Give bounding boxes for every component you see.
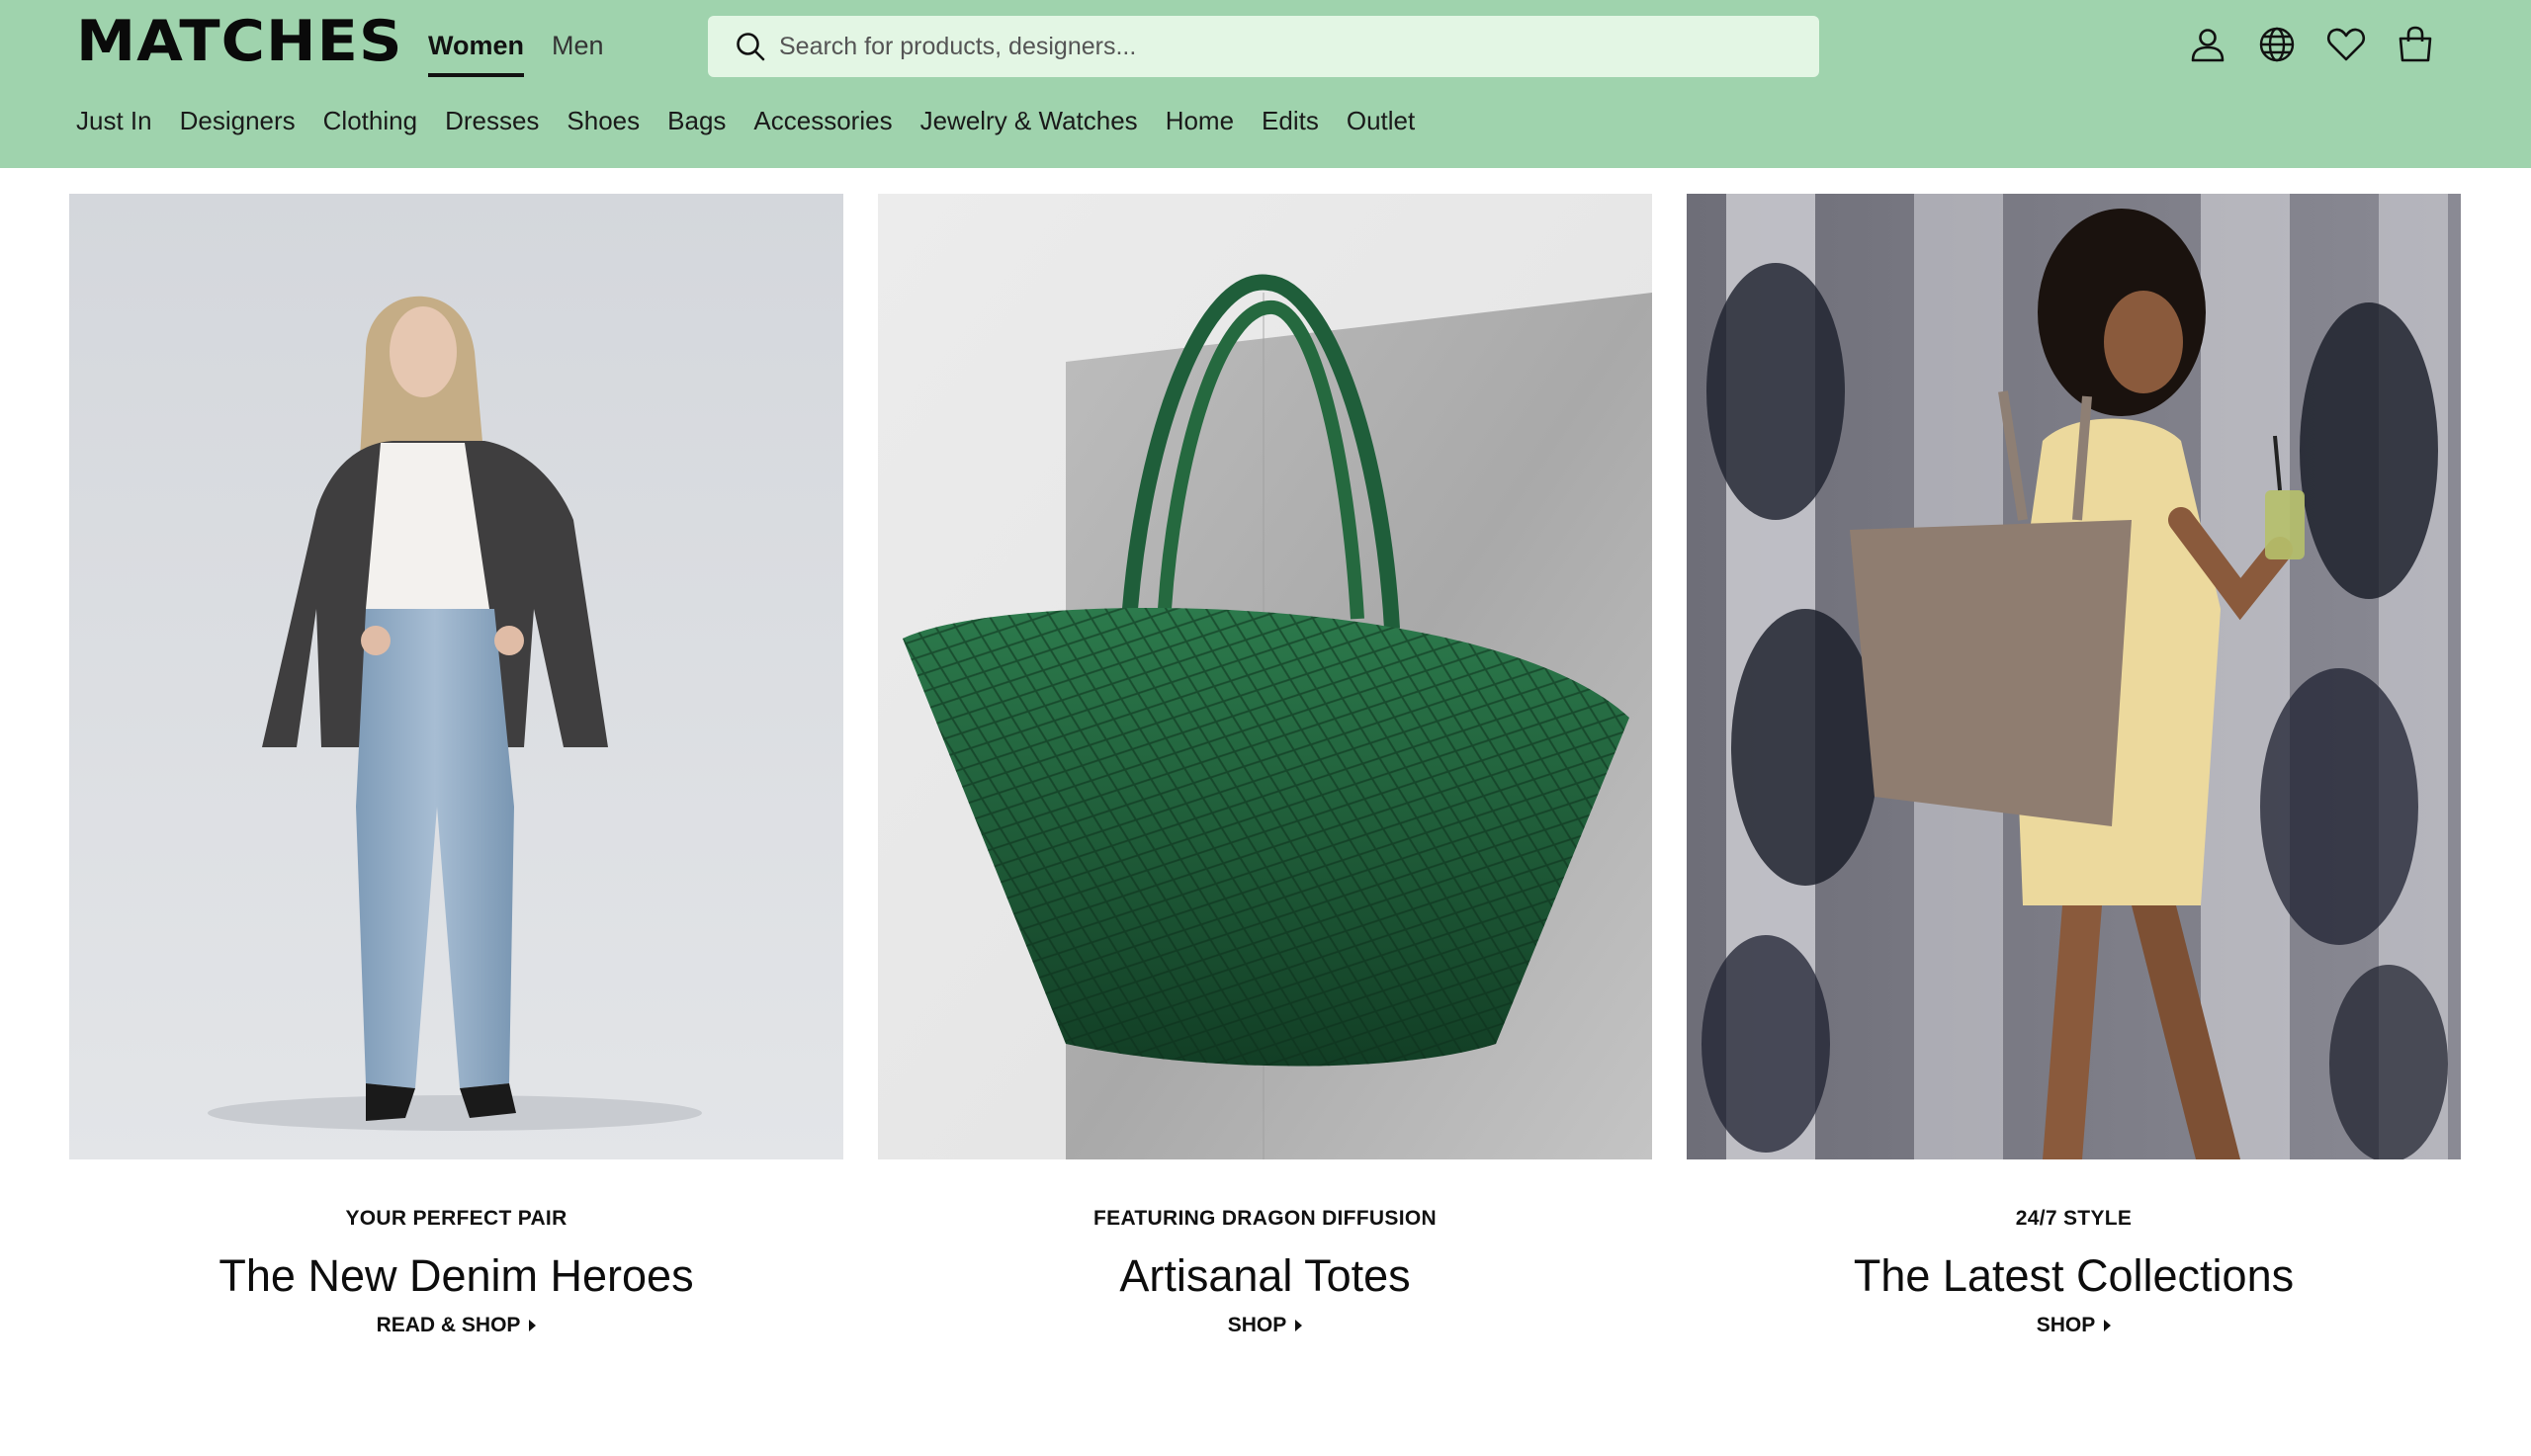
nav-item-home[interactable]: Home <box>1166 106 1234 136</box>
shop-link[interactable]: SHOP <box>1228 1314 1303 1337</box>
tile-title[interactable]: The Latest Collections <box>1687 1248 2461 1304</box>
tile-eyebrow: YOUR PERFECT PAIR <box>345 1207 567 1230</box>
gender-tabs: Women Men <box>428 0 604 79</box>
cta-label: SHOP <box>1227 1314 1287 1336</box>
nav-item-bags[interactable]: Bags <box>667 106 726 136</box>
account-icon[interactable] <box>2187 24 2228 65</box>
tile-totes: FEATURING DRAGON DIFFUSION Artisanal Tot… <box>878 194 1652 1337</box>
tab-men[interactable]: Men <box>552 0 604 77</box>
caret-right-icon <box>1295 1320 1303 1331</box>
tile-caption: YOUR PERFECT PAIR The New Denim Heroes R… <box>69 1159 843 1337</box>
read-and-shop-link[interactable]: READ & SHOP <box>377 1314 537 1337</box>
cta-label: READ & SHOP <box>376 1314 521 1336</box>
search-bar <box>708 16 1819 77</box>
tile-title[interactable]: The New Denim Heroes <box>69 1248 843 1304</box>
cta-label: SHOP <box>2036 1314 2096 1336</box>
nav-item-dresses[interactable]: Dresses <box>445 106 539 136</box>
site-header: MATCHES Women Men Search for products, d… <box>0 0 2531 168</box>
tile-eyebrow: FEATURING DRAGON DIFFUSION <box>1093 1207 1437 1230</box>
caret-right-icon <box>529 1320 537 1331</box>
tile-eyebrow: 24/7 STYLE <box>2015 1207 2133 1230</box>
editorial-tiles: YOUR PERFECT PAIR The New Denim Heroes R… <box>69 194 2461 1337</box>
matches-logo[interactable]: MATCHES <box>76 12 403 71</box>
search-icon[interactable] <box>732 28 769 65</box>
header-icons <box>2187 24 2436 65</box>
wishlist-heart-icon[interactable] <box>2325 24 2367 65</box>
denim-model-image[interactable] <box>69 194 843 1159</box>
nav-item-jewelry-watches[interactable]: Jewelry & Watches <box>920 106 1138 136</box>
walking-model-image[interactable] <box>1687 194 2461 1159</box>
caret-right-icon <box>2104 1320 2112 1331</box>
tile-caption: 24/7 STYLE The Latest Collections SHOP <box>1687 1159 2461 1337</box>
search-input[interactable] <box>779 22 1819 71</box>
tile-title[interactable]: Artisanal Totes <box>878 1248 1652 1304</box>
bag-icon[interactable] <box>2395 24 2436 65</box>
tile-denim: YOUR PERFECT PAIR The New Denim Heroes R… <box>69 194 843 1337</box>
tab-women[interactable]: Women <box>428 0 525 77</box>
nav-item-designers[interactable]: Designers <box>180 106 296 136</box>
nav-item-clothing[interactable]: Clothing <box>323 106 417 136</box>
nav-item-just-in[interactable]: Just In <box>76 106 152 136</box>
nav-item-edits[interactable]: Edits <box>1262 106 1319 136</box>
category-nav: Just In Designers Clothing Dresses Shoes… <box>76 106 1415 136</box>
nav-item-accessories[interactable]: Accessories <box>753 106 892 136</box>
tile-latest: 24/7 STYLE The Latest Collections SHOP <box>1687 194 2461 1337</box>
tile-caption: FEATURING DRAGON DIFFUSION Artisanal Tot… <box>878 1159 1652 1337</box>
nav-item-shoes[interactable]: Shoes <box>567 106 640 136</box>
shop-link[interactable]: SHOP <box>2037 1314 2112 1337</box>
green-tote-image[interactable] <box>878 194 1652 1159</box>
globe-icon[interactable] <box>2256 24 2298 65</box>
nav-item-outlet[interactable]: Outlet <box>1347 106 1415 136</box>
